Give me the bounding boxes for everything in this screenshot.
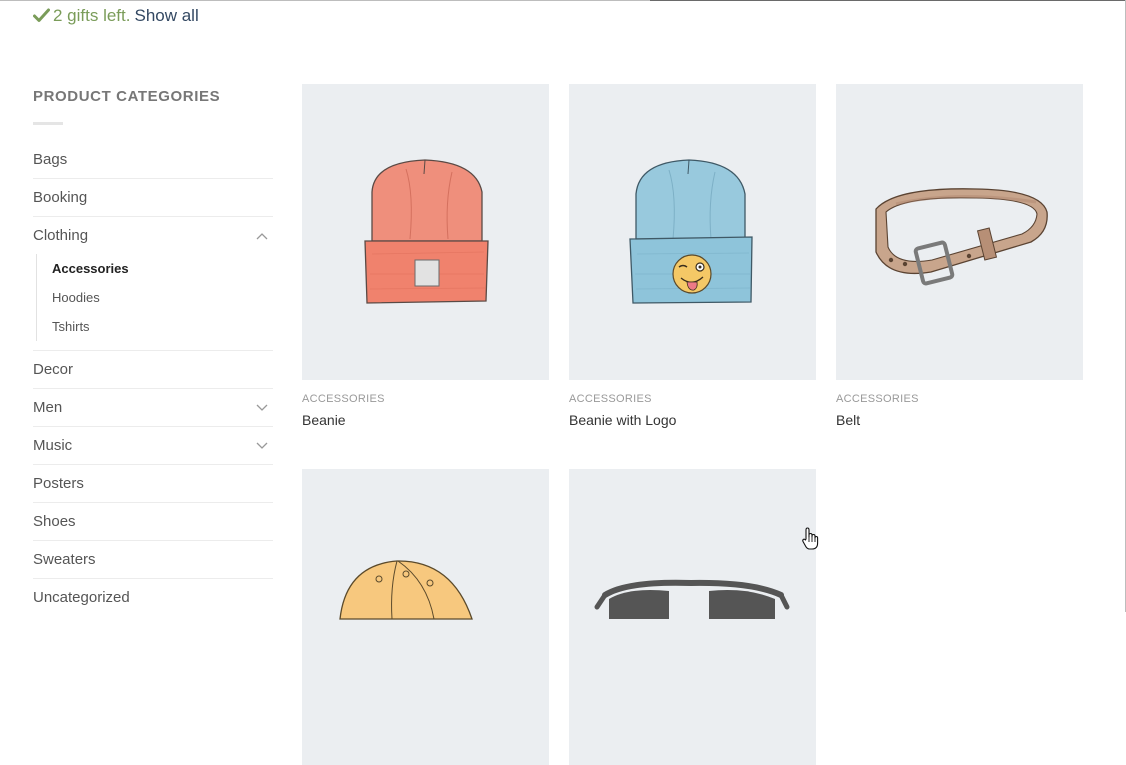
red-beanie-icon <box>364 159 489 304</box>
category-link-uncategorized[interactable]: Uncategorized <box>33 589 130 606</box>
product-category-label: ACCESSORIES <box>836 393 919 405</box>
product-name-belt[interactable]: Belt <box>836 411 1083 429</box>
product-image-beanie-with-logo[interactable] <box>569 84 816 380</box>
product-name-beanie-with-logo[interactable]: Beanie with Logo <box>569 411 816 429</box>
subcategory-item-accessories: Accessories <box>52 254 273 283</box>
product-image-beanie[interactable] <box>302 84 549 380</box>
category-link-music[interactable]: Music <box>33 437 72 454</box>
subcategory-item-hoodies: Hoodies <box>52 283 273 312</box>
subcategory-item-tshirts: Tshirts <box>52 312 273 341</box>
category-link-bags[interactable]: Bags <box>33 151 67 168</box>
product-categories-sidebar: PRODUCT CATEGORIES Bags Booking Clothing… <box>33 86 273 616</box>
product-category-label: ACCESSORIES <box>302 393 385 405</box>
category-item-decor: Decor <box>33 351 273 389</box>
category-link-men[interactable]: Men <box>33 399 62 416</box>
sunglasses-icon <box>594 579 790 619</box>
title-divider <box>33 122 63 125</box>
leather-belt-icon <box>875 188 1048 286</box>
category-link-booking[interactable]: Booking <box>33 189 87 206</box>
product-image-sunglasses[interactable] <box>569 469 816 765</box>
gift-notice: 2 gifts left. Show all <box>33 5 199 29</box>
product-card-beanie-with-logo[interactable]: ACCESSORIES Beanie with Logo <box>569 84 816 429</box>
product-image-belt[interactable] <box>836 84 1083 380</box>
product-category-label: ACCESSORIES <box>569 393 652 405</box>
category-item-sweaters: Sweaters <box>33 541 273 579</box>
category-item-clothing: Clothing Accessories Hoodies Tshirts <box>33 217 273 351</box>
chevron-down-icon[interactable] <box>253 437 271 455</box>
gift-count-text: 2 gifts left. <box>53 6 131 25</box>
product-name-beanie[interactable]: Beanie <box>302 411 549 429</box>
category-link-posters[interactable]: Posters <box>33 475 84 492</box>
category-item-shoes: Shoes <box>33 503 273 541</box>
category-item-uncategorized: Uncategorized <box>33 579 273 616</box>
category-item-posters: Posters <box>33 465 273 503</box>
product-card-cap[interactable] <box>302 469 549 765</box>
category-item-men: Men <box>33 389 273 427</box>
checkmark-icon <box>33 7 50 29</box>
chevron-up-icon[interactable] <box>253 227 271 245</box>
product-card-sunglasses[interactable] <box>569 469 816 765</box>
category-item-booking: Booking <box>33 179 273 217</box>
subcategory-link-accessories[interactable]: Accessories <box>52 261 129 276</box>
category-item-bags: Bags <box>33 141 273 179</box>
clothing-subcategory-list: Accessories Hoodies Tshirts <box>36 254 273 341</box>
window-top-border-dark <box>650 0 1126 1</box>
category-link-shoes[interactable]: Shoes <box>33 513 76 530</box>
category-link-decor[interactable]: Decor <box>33 361 73 378</box>
subcategory-link-hoodies[interactable]: Hoodies <box>52 290 100 305</box>
category-item-music: Music <box>33 427 273 465</box>
category-link-sweaters[interactable]: Sweaters <box>33 551 96 568</box>
hand-cursor-icon <box>801 527 819 556</box>
sidebar-title: PRODUCT CATEGORIES <box>33 88 221 105</box>
category-link-clothing[interactable]: Clothing <box>33 227 88 244</box>
yellow-cap-icon <box>339 560 473 620</box>
product-image-cap[interactable] <box>302 469 549 765</box>
chevron-down-icon[interactable] <box>253 399 271 417</box>
product-card-beanie[interactable]: ACCESSORIES Beanie <box>302 84 549 429</box>
category-list: Bags Booking Clothing Accessories Hoodie… <box>33 141 273 616</box>
blue-beanie-with-emoji-icon <box>629 159 753 304</box>
product-card-belt[interactable]: ACCESSORIES Belt <box>836 84 1083 429</box>
subcategory-link-tshirts[interactable]: Tshirts <box>52 319 90 334</box>
show-all-link[interactable]: Show all <box>134 6 198 25</box>
